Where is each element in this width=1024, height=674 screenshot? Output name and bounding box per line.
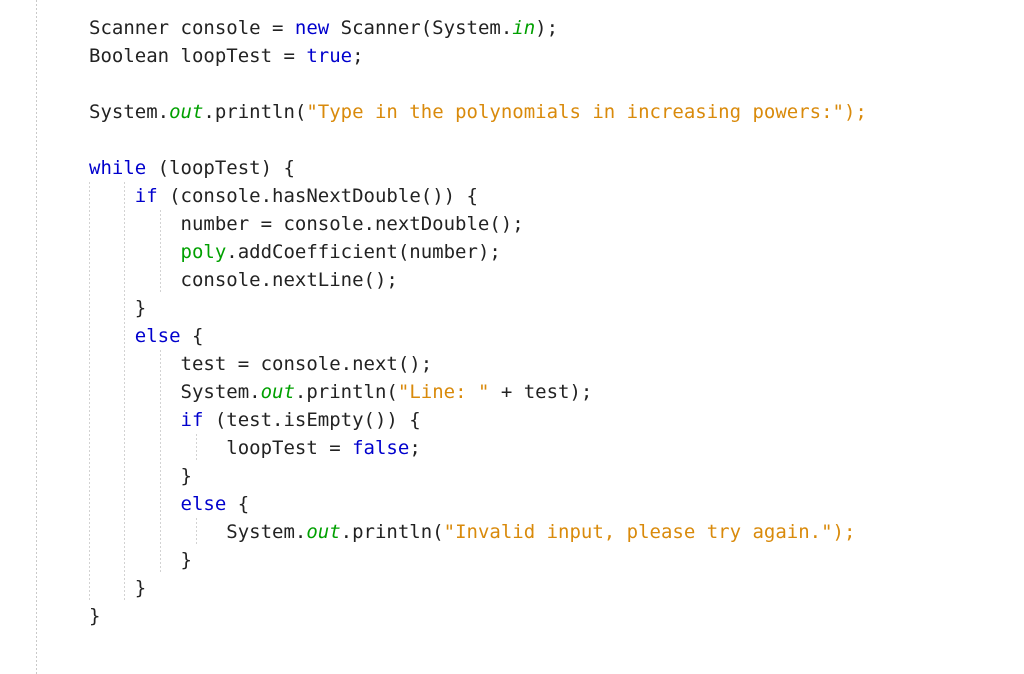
- code-token-str: "Line: ": [397, 381, 490, 403]
- code-token-pln: Scanner(System.: [329, 17, 513, 39]
- code-line[interactable]: else {: [89, 322, 1024, 350]
- code-token-pln: }: [89, 297, 147, 319]
- code-token-pln: loopTest =: [89, 437, 353, 459]
- code-token-kw: if: [134, 185, 158, 207]
- code-editor-screen: Scanner console = new Scanner(System.in)…: [0, 0, 1024, 674]
- code-line[interactable]: Boolean loopTest = true;: [89, 42, 1024, 70]
- code-line[interactable]: }: [89, 546, 1024, 574]
- code-token-pln: System.: [89, 381, 261, 403]
- code-token-pln: [89, 325, 135, 347]
- code-line[interactable]: poly.addCoefficient(number);: [89, 238, 1024, 266]
- code-token-pln: ;: [409, 437, 421, 459]
- code-line[interactable]: test = console.next();: [89, 350, 1024, 378]
- code-token-pln: (loopTest) {: [146, 157, 295, 179]
- code-token-pln: number = console.nextDouble();: [89, 213, 524, 235]
- code-token-kw: while: [89, 157, 147, 179]
- code-token-pln: [89, 493, 181, 515]
- code-token-fldi: out: [169, 101, 204, 123]
- code-line[interactable]: }: [89, 602, 1024, 630]
- code-line[interactable]: loopTest = false;: [89, 434, 1024, 462]
- code-line[interactable]: number = console.nextDouble();: [89, 210, 1024, 238]
- code-token-pln: [89, 409, 181, 431]
- code-token-kw: new: [294, 17, 330, 39]
- code-token-pln: }: [89, 549, 192, 571]
- code-token-kw: else: [180, 493, 227, 515]
- code-token-pln: }: [89, 605, 101, 627]
- code-token-pln: ;: [352, 45, 364, 67]
- code-token-kw: else: [134, 325, 181, 347]
- code-token-pln: console.nextLine();: [89, 269, 398, 291]
- code-token-str: "Type in the polynomials in increasing p…: [306, 101, 867, 123]
- code-token-kw: false: [352, 437, 410, 459]
- code-line[interactable]: System.out.println("Line: " + test);: [89, 378, 1024, 406]
- code-token-pln: + test);: [489, 381, 593, 403]
- gutter-guide-line: [36, 0, 37, 674]
- code-line[interactable]: if (console.hasNextDouble()) {: [89, 182, 1024, 210]
- code-line[interactable]: else {: [89, 490, 1024, 518]
- code-line[interactable]: console.nextLine();: [89, 266, 1024, 294]
- code-content-area[interactable]: Scanner console = new Scanner(System.in)…: [89, 14, 1024, 630]
- code-line[interactable]: System.out.println("Type in the polynomi…: [89, 98, 1024, 126]
- code-token-pln: );: [535, 17, 559, 39]
- code-token-kw: true: [306, 45, 353, 67]
- code-line[interactable]: }: [89, 574, 1024, 602]
- code-token-pln: [89, 185, 135, 207]
- code-line[interactable]: Scanner console = new Scanner(System.in)…: [89, 14, 1024, 42]
- code-token-pln: .addCoefficient(number);: [226, 241, 501, 263]
- code-line[interactable]: }: [89, 462, 1024, 490]
- code-token-fldi: out: [306, 521, 341, 543]
- code-line[interactable]: System.out.println("Invalid input, pleas…: [89, 518, 1024, 546]
- code-token-fldi: out: [260, 381, 295, 403]
- code-line[interactable]: while (loopTest) {: [89, 154, 1024, 182]
- code-token-pln: {: [226, 493, 250, 515]
- code-token-pln: }: [89, 577, 147, 599]
- code-token-fldi: in: [512, 17, 536, 39]
- code-token-pln: Boolean loopTest =: [89, 45, 307, 67]
- code-line[interactable]: if (test.isEmpty()) {: [89, 406, 1024, 434]
- code-token-pln: .println(: [203, 101, 307, 123]
- code-token-pln: }: [89, 465, 192, 487]
- code-line[interactable]: }: [89, 294, 1024, 322]
- code-line[interactable]: [89, 70, 1024, 98]
- code-token-str: "Invalid input, please try again.");: [443, 521, 856, 543]
- code-token-pln: (test.isEmpty()) {: [203, 409, 421, 431]
- code-token-pln: (console.hasNextDouble()) {: [157, 185, 478, 207]
- code-token-pln: System.: [89, 101, 170, 123]
- code-token-pln: Scanner console =: [89, 17, 295, 39]
- code-token-pln: System.: [89, 521, 307, 543]
- code-line[interactable]: [89, 126, 1024, 154]
- code-token-pln: {: [180, 325, 204, 347]
- code-token-fld: poly: [180, 241, 227, 263]
- code-token-pln: .println(: [294, 381, 398, 403]
- code-token-kw: if: [180, 409, 204, 431]
- code-token-pln: test = console.next();: [89, 353, 433, 375]
- code-token-pln: [89, 241, 181, 263]
- code-token-pln: .println(: [340, 521, 444, 543]
